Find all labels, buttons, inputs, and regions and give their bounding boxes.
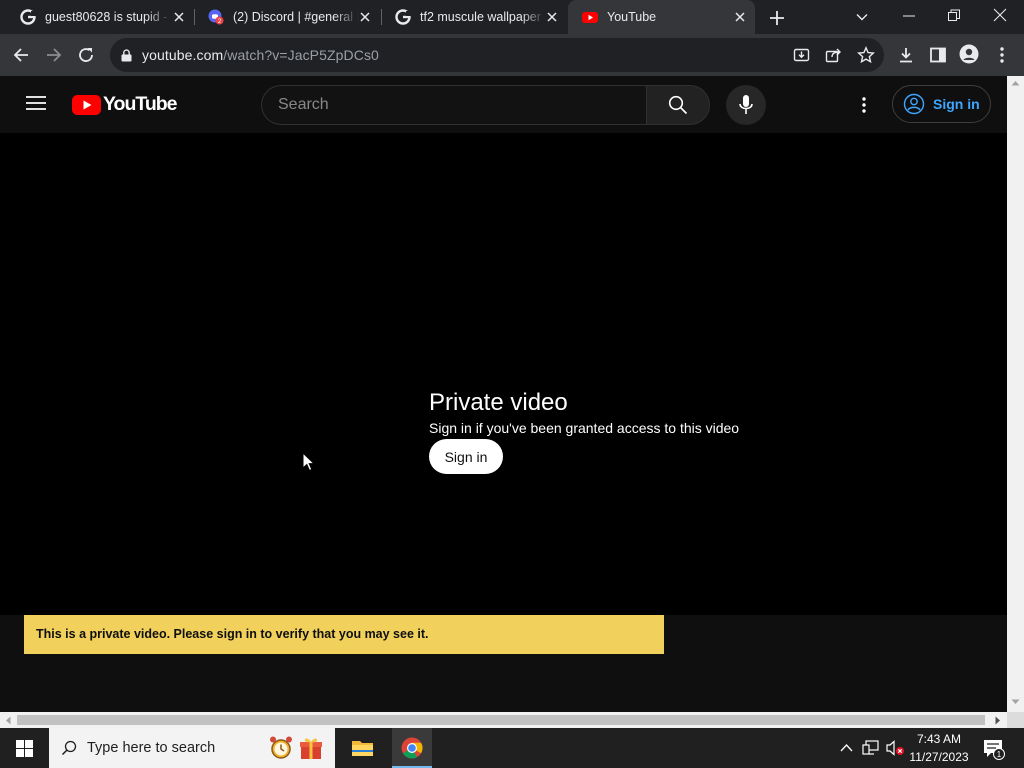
notification-center-icon[interactable]: 1 xyxy=(983,738,1005,760)
youtube-logo-text: YouTube xyxy=(103,93,178,115)
tab-title: guest80628 is stupid - Google Search xyxy=(45,10,171,24)
download-icon[interactable] xyxy=(897,46,915,64)
account-circle-icon xyxy=(903,93,925,115)
scroll-down-arrow-icon[interactable] xyxy=(1011,699,1020,705)
scroll-left-arrow-icon[interactable] xyxy=(5,716,11,725)
chrome-menu-icon[interactable] xyxy=(996,46,1008,64)
url-text[interactable]: youtube.com/watch?v=JacP5ZpDCs0 xyxy=(142,47,379,63)
forward-arrow-icon[interactable] xyxy=(45,46,63,64)
private-video-subtitle: Sign in if you've been granted access to… xyxy=(429,420,740,436)
address-bar[interactable]: youtube.com/watch?v=JacP5ZpDCs0 xyxy=(110,38,884,72)
scrollbar-corner xyxy=(1007,712,1024,728)
tab-strip: guest80628 is stupid - Google Search 2 (… xyxy=(0,0,1024,34)
youtube-logo[interactable]: YouTube xyxy=(72,93,178,116)
scroll-up-arrow-icon[interactable] xyxy=(1011,80,1020,86)
side-panel-icon[interactable] xyxy=(929,46,947,64)
youtube-icon xyxy=(582,12,598,23)
mouse-cursor-icon xyxy=(302,452,315,472)
tab-title: tf2 muscule wallpaper - Google Search xyxy=(420,10,546,24)
tab-google-search-2[interactable]: tf2 muscule wallpaper - Google Search xyxy=(381,0,567,34)
clock-time: 7:43 AM xyxy=(916,732,962,746)
close-tab-icon[interactable] xyxy=(733,10,747,24)
settings-more-icon[interactable] xyxy=(860,96,868,114)
tab-discord[interactable]: 2 (2) Discord | #general | Guild xyxy=(194,0,380,34)
minimize-icon[interactable] xyxy=(900,9,918,23)
install-app-icon[interactable] xyxy=(793,47,810,64)
video-player: Private video Sign in if you've been gra… xyxy=(0,133,1007,615)
voice-search-button[interactable] xyxy=(726,85,766,125)
discord-icon: 2 xyxy=(208,9,224,25)
chrome-icon xyxy=(401,737,423,759)
system-clock[interactable]: 7:43 AM 11/27/2023 xyxy=(904,730,974,766)
close-tab-icon[interactable] xyxy=(172,10,186,24)
notification-count: 1 xyxy=(997,750,1002,759)
url-host: youtube.com xyxy=(142,47,224,63)
taskbar-search-icon xyxy=(61,740,77,756)
new-tab-icon[interactable] xyxy=(768,9,786,27)
youtube-search-input[interactable]: Search xyxy=(261,85,646,125)
tab-title: (2) Discord | #general | Guild xyxy=(233,10,359,24)
microphone-icon xyxy=(739,95,753,114)
tab-google-search-1[interactable]: guest80628 is stupid - Google Search xyxy=(6,0,194,34)
horizontal-scrollbar[interactable] xyxy=(0,712,1007,728)
private-video-alert: This is a private video. Please sign in … xyxy=(24,615,664,654)
close-window-icon[interactable] xyxy=(992,7,1008,23)
page-viewport: YouTube Search Sign in Private video Sig… xyxy=(0,76,1007,712)
lock-icon[interactable] xyxy=(121,49,132,62)
masthead-sign-in-button[interactable]: Sign in xyxy=(892,85,991,123)
taskbar-search-placeholder: Type here to search xyxy=(87,740,216,756)
bookmark-star-icon[interactable] xyxy=(857,46,875,64)
taskbar-chrome-button[interactable] xyxy=(392,728,432,768)
show-hidden-icons-chevron-icon[interactable] xyxy=(840,743,853,752)
search-button[interactable] xyxy=(646,85,710,125)
tab-youtube[interactable]: YouTube xyxy=(568,0,755,34)
close-tab-icon[interactable] xyxy=(545,10,559,24)
share-icon[interactable] xyxy=(825,47,842,64)
clock-date: 11/27/2023 xyxy=(909,750,969,764)
file-explorer-icon[interactable] xyxy=(351,738,374,758)
network-icon[interactable] xyxy=(862,740,880,756)
scroll-right-arrow-icon[interactable] xyxy=(995,716,1001,725)
vertical-scrollbar[interactable] xyxy=(1007,76,1024,712)
horizontal-scroll-thumb[interactable] xyxy=(17,715,985,725)
taskbar-search-box[interactable]: Type here to search xyxy=(49,728,335,768)
tab-title: YouTube xyxy=(607,10,657,24)
speaker-muted-icon[interactable] xyxy=(885,740,905,756)
close-tab-icon[interactable] xyxy=(358,10,372,24)
youtube-masthead: YouTube Search Sign in xyxy=(0,76,1007,133)
player-sign-in-button[interactable]: Sign in xyxy=(429,439,503,474)
url-path: /watch?v=JacP5ZpDCs0 xyxy=(223,47,379,63)
sign-in-label: Sign in xyxy=(933,96,980,112)
google-g-icon xyxy=(20,9,36,25)
back-arrow-icon[interactable] xyxy=(12,46,30,64)
reload-icon[interactable] xyxy=(77,46,95,64)
youtube-play-logo-icon xyxy=(72,94,101,115)
browser-toolbar: youtube.com/watch?v=JacP5ZpDCs0 xyxy=(0,34,1024,76)
hamburger-menu-icon[interactable] xyxy=(26,95,46,111)
alarm-clock-icon[interactable] xyxy=(269,735,293,761)
private-video-title: Private video xyxy=(429,389,568,416)
windows-start-icon[interactable] xyxy=(16,740,33,757)
profile-avatar-icon[interactable] xyxy=(959,44,979,64)
search-icon xyxy=(668,95,688,115)
google-g-icon xyxy=(395,9,411,25)
restore-icon[interactable] xyxy=(946,8,962,22)
gift-box-icon[interactable] xyxy=(299,736,323,760)
windows-taskbar: Type here to search 7:43 AM 11/27/2023 1 xyxy=(0,728,1024,768)
tab-search-chevron-icon[interactable] xyxy=(855,10,869,24)
search-placeholder: Search xyxy=(278,96,329,113)
